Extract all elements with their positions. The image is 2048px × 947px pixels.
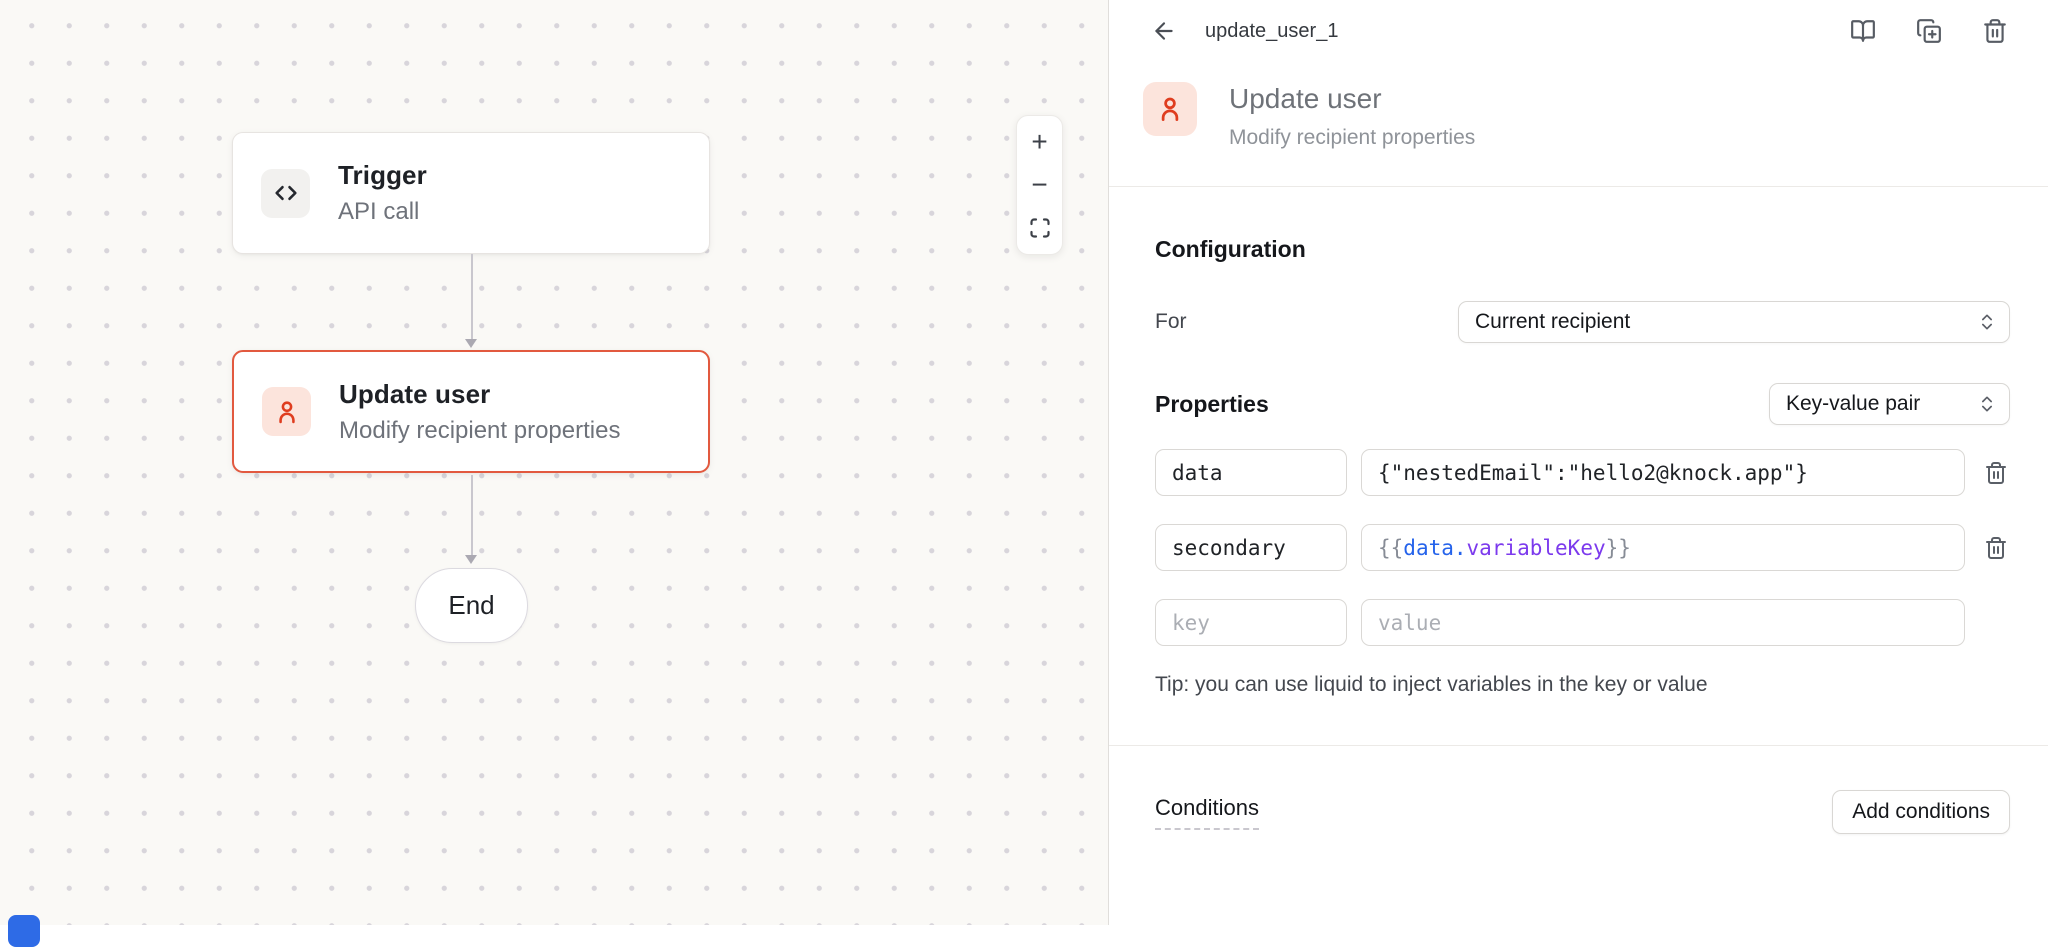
step-summary-text: Update user Modify recipient properties xyxy=(1229,82,1475,186)
node-trigger[interactable]: Trigger API call xyxy=(232,132,710,254)
panel-header: update_user_1 xyxy=(1109,0,2048,62)
step-settings-panel: update_user_1 xyxy=(1108,0,2048,925)
add-conditions-button[interactable]: Add conditions xyxy=(1832,790,2010,834)
arrow-left-icon xyxy=(1151,18,1177,44)
step-key-title: update_user_1 xyxy=(1205,20,1338,43)
properties-header-row: Properties Key-value pair xyxy=(1155,383,2010,425)
for-select[interactable]: Current recipient xyxy=(1458,301,2010,343)
delete-step-button[interactable] xyxy=(1980,16,2010,46)
liquid-key: variableKey xyxy=(1467,536,1606,560)
copy-plus-icon xyxy=(1916,18,1942,44)
divider xyxy=(1109,186,2048,187)
for-field-row: For Current recipient xyxy=(1155,301,2010,343)
divider xyxy=(1109,745,2048,746)
node-subtitle: API call xyxy=(338,198,427,226)
node-end[interactable]: End xyxy=(415,568,528,643)
property-row xyxy=(1155,449,2010,496)
trash-icon xyxy=(1982,18,2008,44)
workflow-editor: Trigger API call Update user Modify reci… xyxy=(0,0,2048,925)
workflow-canvas[interactable]: Trigger API call Update user Modify reci… xyxy=(0,0,1108,925)
trash-icon xyxy=(1984,536,2008,560)
connector-trigger-to-update xyxy=(465,254,478,350)
conditions-heading[interactable]: Conditions xyxy=(1155,795,1259,830)
step-type-subtitle: Modify recipient properties xyxy=(1229,126,1475,150)
node-trigger-text: Trigger API call xyxy=(338,160,427,226)
user-icon xyxy=(1143,82,1197,136)
property-value-input[interactable]: {{data.variableKey}} xyxy=(1361,524,1965,571)
step-summary: Update user Modify recipient properties xyxy=(1109,62,2048,186)
minus-icon: − xyxy=(1031,171,1047,199)
node-update-user-text: Update user Modify recipient properties xyxy=(339,379,620,445)
properties-heading: Properties xyxy=(1155,390,1269,418)
node-title: Trigger xyxy=(338,160,427,191)
canvas-zoom-toolbar: + − xyxy=(1016,115,1063,255)
book-open-icon xyxy=(1850,18,1876,44)
conditions-section: Conditions Add conditions xyxy=(1109,790,2048,834)
configuration-section: Configuration For Current recipient Prop… xyxy=(1109,235,2048,698)
delete-row-button[interactable] xyxy=(1982,459,2010,487)
for-label: For xyxy=(1155,310,1187,334)
duplicate-step-button[interactable] xyxy=(1914,16,1944,46)
property-row-empty xyxy=(1155,599,2010,646)
chat-launcher-button[interactable] xyxy=(8,915,40,947)
zoom-out-button[interactable]: − xyxy=(1017,165,1062,205)
liquid-brace: {{ xyxy=(1378,536,1403,560)
code-icon xyxy=(261,169,310,218)
liquid-tip-text: Tip: you can use liquid to inject variab… xyxy=(1155,672,2010,698)
property-key-input[interactable] xyxy=(1155,449,1347,496)
chevron-up-down-icon xyxy=(1977,312,1997,332)
end-label: End xyxy=(448,590,494,621)
for-select-value: Current recipient xyxy=(1475,310,1630,334)
fit-view-icon xyxy=(1028,216,1052,240)
conditions-row: Conditions Add conditions xyxy=(1155,790,2010,834)
liquid-dot: . xyxy=(1454,536,1467,560)
user-icon xyxy=(262,387,311,436)
property-key-input[interactable] xyxy=(1155,524,1347,571)
node-title: Update user xyxy=(339,379,620,410)
fit-view-button[interactable] xyxy=(1017,208,1062,248)
liquid-object: data xyxy=(1403,536,1454,560)
configuration-heading: Configuration xyxy=(1155,235,2010,263)
chevron-up-down-icon xyxy=(1977,394,1997,414)
property-value-input[interactable] xyxy=(1361,599,1965,646)
back-button[interactable] xyxy=(1147,14,1181,48)
properties-mode-value: Key-value pair xyxy=(1786,392,1920,416)
plus-icon: + xyxy=(1031,128,1047,156)
property-rows: {{data.variableKey}} xyxy=(1155,449,2010,646)
property-key-input[interactable] xyxy=(1155,599,1347,646)
trash-icon xyxy=(1984,461,2008,485)
delete-row-button[interactable] xyxy=(1982,534,2010,562)
header-actions xyxy=(1848,16,2010,46)
property-value-input[interactable] xyxy=(1361,449,1965,496)
step-type-title: Update user xyxy=(1229,82,1475,116)
property-row: {{data.variableKey}} xyxy=(1155,524,2010,571)
node-update-user[interactable]: Update user Modify recipient properties xyxy=(232,350,710,473)
connector-update-to-end xyxy=(465,475,478,568)
node-subtitle: Modify recipient properties xyxy=(339,417,620,445)
zoom-in-button[interactable]: + xyxy=(1017,122,1062,162)
docs-button[interactable] xyxy=(1848,16,1878,46)
properties-mode-select[interactable]: Key-value pair xyxy=(1769,383,2010,425)
liquid-brace: }} xyxy=(1606,536,1631,560)
